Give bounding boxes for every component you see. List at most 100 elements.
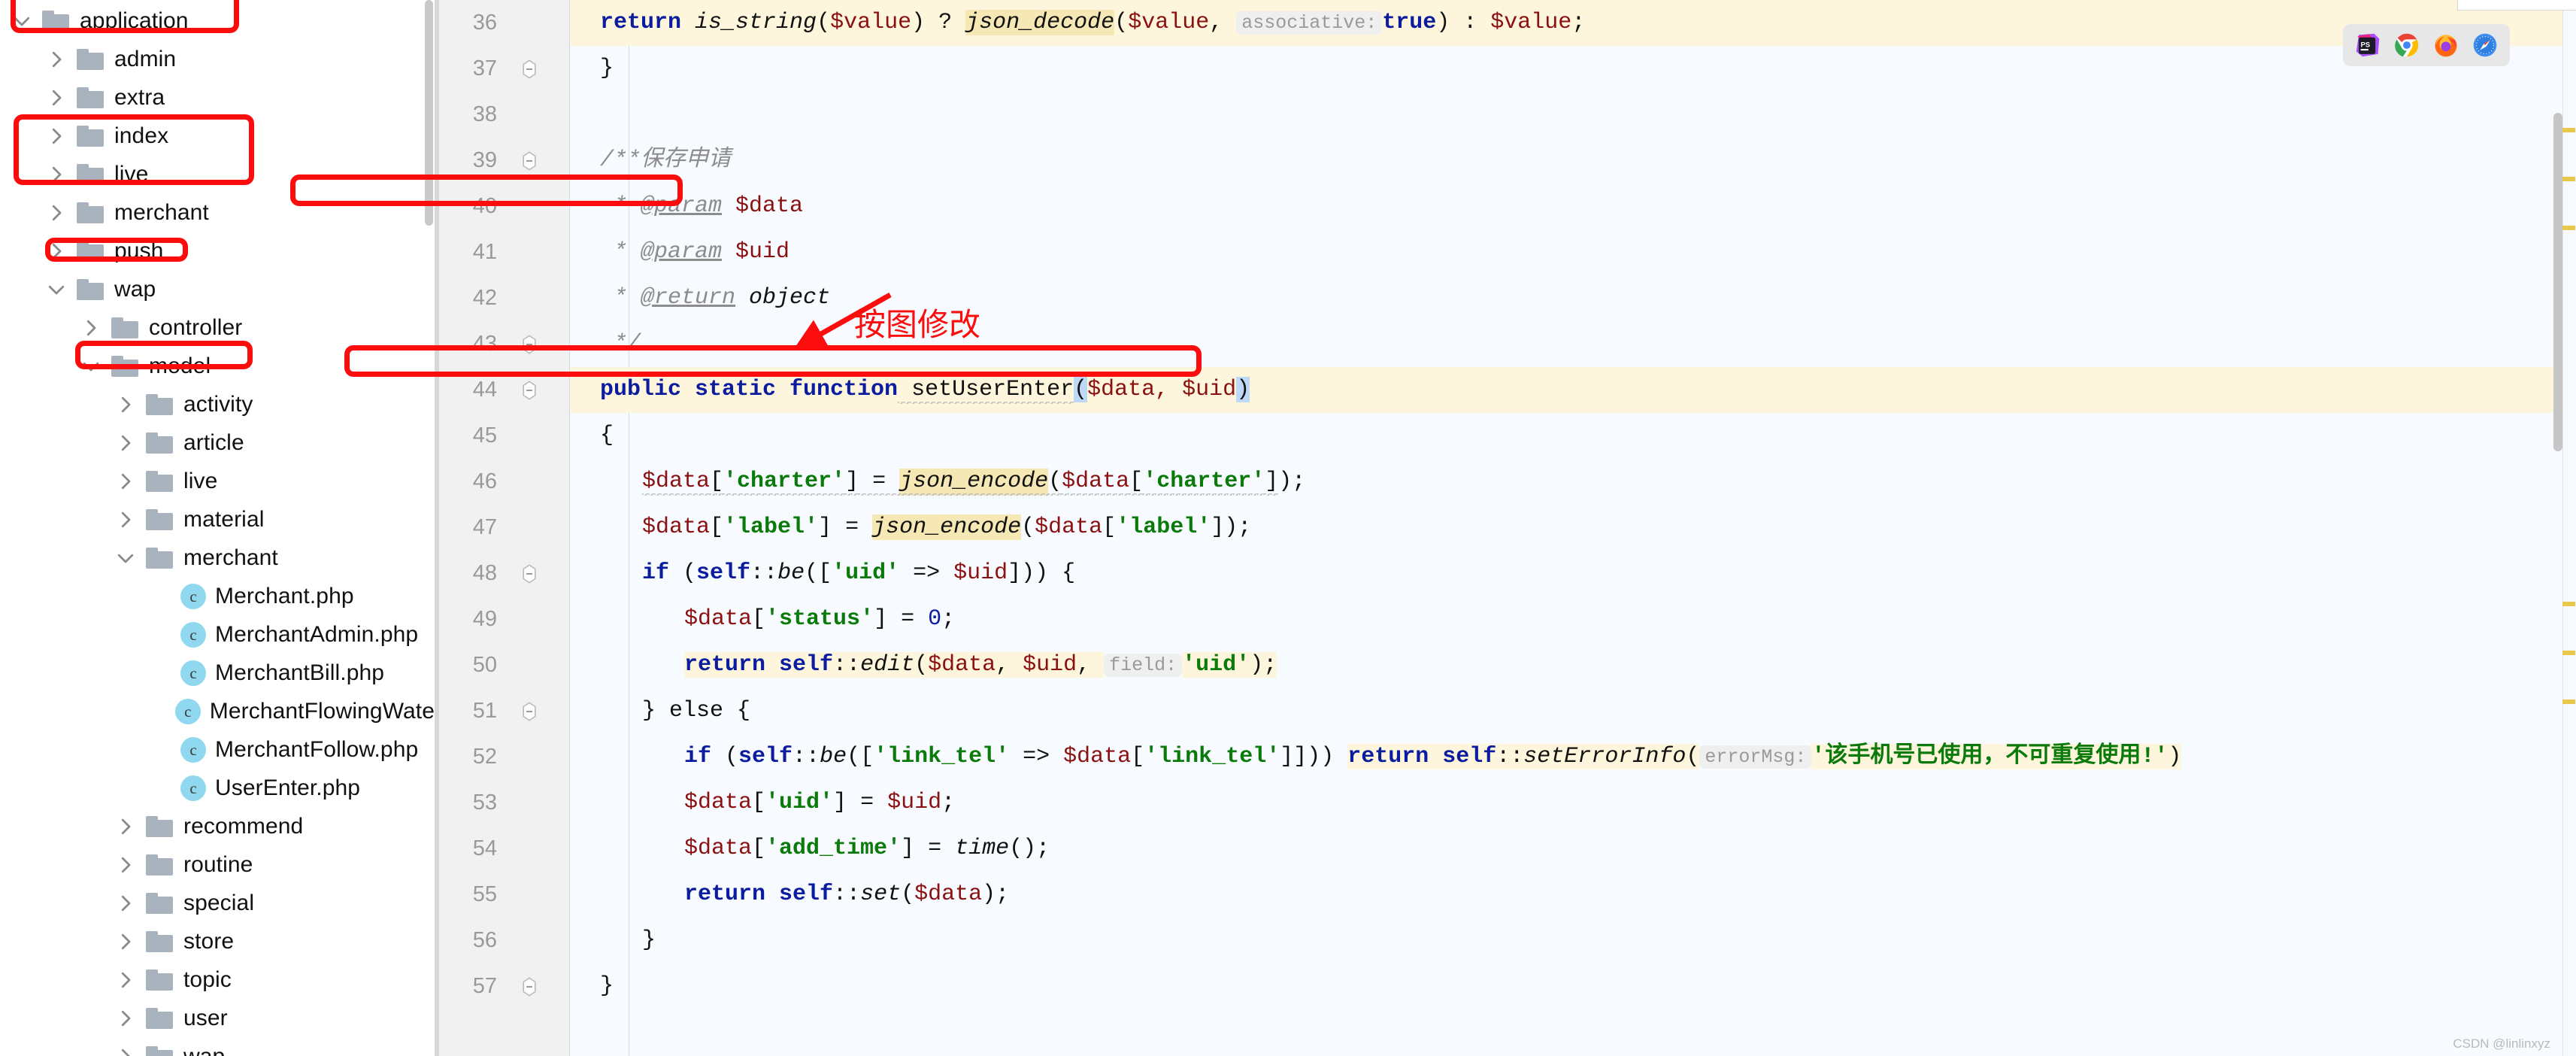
- tree-item-model[interactable]: model: [0, 347, 435, 385]
- gutter-line-53[interactable]: 53: [435, 780, 569, 826]
- tree-item-merchant-php[interactable]: c Merchant.php: [0, 577, 435, 615]
- firefox-icon[interactable]: [2433, 32, 2459, 58]
- tree-item-special[interactable]: special: [0, 884, 435, 922]
- code-content[interactable]: return is_string($value) ? json_decode($…: [570, 0, 2576, 1056]
- gutter-line-44[interactable]: 44: [435, 367, 569, 413]
- gutter-line-46[interactable]: 46: [435, 459, 569, 505]
- code-line-41[interactable]: * @param $uid: [570, 229, 2576, 275]
- code-line-48[interactable]: if (self::be(['uid' => $uid])) {: [570, 551, 2576, 596]
- code-line-55[interactable]: return self::set($data);: [570, 872, 2576, 918]
- chevron-right-icon[interactable]: [114, 969, 137, 991]
- tree-item-application[interactable]: application: [0, 2, 435, 40]
- stripe-warning-mark[interactable]: [2562, 226, 2575, 230]
- code-line-45[interactable]: {: [570, 413, 2576, 459]
- tree-item-wap[interactable]: wap: [0, 270, 435, 308]
- tree-item-merchantbill-php[interactable]: c MerchantBill.php: [0, 654, 435, 692]
- chevron-down-icon[interactable]: [114, 547, 137, 569]
- tree-item-merchantfollow-php[interactable]: c MerchantFollow.php: [0, 730, 435, 769]
- tree-item-merchantflowingwate[interactable]: c MerchantFlowingWate: [0, 692, 435, 730]
- tree-item-index[interactable]: index: [0, 117, 435, 155]
- code-line-38[interactable]: [570, 92, 2576, 138]
- gutter-line-38[interactable]: 38: [435, 92, 569, 138]
- code-line-43[interactable]: */: [570, 321, 2576, 367]
- chevron-right-icon[interactable]: [45, 163, 68, 186]
- gutter-line-37[interactable]: 37: [435, 46, 569, 92]
- tree-item-merchantadmin-php[interactable]: c MerchantAdmin.php: [0, 615, 435, 654]
- gutter-line-40[interactable]: 40: [435, 184, 569, 229]
- chevron-right-icon[interactable]: [114, 930, 137, 953]
- gutter-line-49[interactable]: 49: [435, 596, 569, 642]
- stripe-warning-mark[interactable]: [2562, 602, 2575, 606]
- tree-item-topic[interactable]: topic: [0, 960, 435, 999]
- gutter-line-39[interactable]: 39: [435, 138, 569, 184]
- gutter-line-47[interactable]: 47: [435, 505, 569, 551]
- tree-item-push[interactable]: push: [0, 232, 435, 270]
- code-line-36[interactable]: return is_string($value) ? json_decode($…: [570, 0, 2576, 46]
- safari-icon[interactable]: [2472, 32, 2498, 58]
- stripe-warning-mark[interactable]: [2562, 177, 2575, 181]
- chevron-right-icon[interactable]: [45, 240, 68, 262]
- editor-scrollbar[interactable]: [2553, 0, 2562, 1056]
- scrollbar-thumb[interactable]: [2553, 113, 2562, 451]
- gutter-line-48[interactable]: 48: [435, 551, 569, 596]
- gutter-line-52[interactable]: 52: [435, 734, 569, 780]
- editor-gutter[interactable]: 36 37 38 39 40 41 42 43 44 45 46 47 48 49 50 51 52 53 54 55…: [435, 0, 570, 1056]
- chevron-right-icon[interactable]: [80, 317, 102, 339]
- code-fold-icon[interactable]: [520, 701, 539, 721]
- gutter-line-50[interactable]: 50: [435, 642, 569, 688]
- chevron-right-icon[interactable]: [114, 1007, 137, 1030]
- code-line-56[interactable]: }: [570, 918, 2576, 963]
- chevron-right-icon[interactable]: [45, 86, 68, 109]
- gutter-line-54[interactable]: 54: [435, 826, 569, 872]
- code-fold-icon[interactable]: [520, 334, 539, 354]
- tree-item-article[interactable]: article: [0, 423, 435, 462]
- gutter-line-55[interactable]: 55: [435, 872, 569, 918]
- browser-preview-bar[interactable]: PS: [2343, 24, 2510, 66]
- chevron-right-icon[interactable]: [114, 508, 137, 531]
- code-line-57[interactable]: }: [570, 963, 2576, 1009]
- tree-item-store[interactable]: store: [0, 922, 435, 960]
- chevron-right-icon[interactable]: [114, 892, 137, 915]
- chevron-down-icon[interactable]: [11, 10, 33, 32]
- tree-item-extra[interactable]: extra: [0, 78, 435, 117]
- tree-item-routine[interactable]: routine: [0, 845, 435, 884]
- error-stripe[interactable]: [2562, 0, 2576, 1056]
- code-line-42[interactable]: * @return object: [570, 275, 2576, 321]
- tree-item-material[interactable]: material: [0, 500, 435, 539]
- code-fold-icon[interactable]: [520, 976, 539, 997]
- chevron-right-icon[interactable]: [114, 470, 137, 493]
- code-line-54[interactable]: $data['add_time'] = time();: [570, 826, 2576, 872]
- tree-item-wap[interactable]: wap: [0, 1037, 435, 1056]
- code-line-49[interactable]: $data['status'] = 0;: [570, 596, 2576, 642]
- gutter-line-45[interactable]: 45: [435, 413, 569, 459]
- chevron-right-icon[interactable]: [114, 815, 137, 838]
- tree-item-user[interactable]: user: [0, 999, 435, 1037]
- gutter-line-51[interactable]: 51: [435, 688, 569, 734]
- tree-item-recommend[interactable]: recommend: [0, 807, 435, 845]
- code-line-39[interactable]: /**保存申请: [570, 138, 2576, 184]
- code-line-52[interactable]: if (self::be(['link_tel' => $data['link_…: [570, 734, 2576, 780]
- chevron-right-icon[interactable]: [114, 432, 137, 454]
- code-line-46[interactable]: $data['charter'] = json_encode($data['ch…: [570, 459, 2576, 505]
- code-fold-icon[interactable]: [520, 59, 539, 79]
- code-editor[interactable]: 36 37 38 39 40 41 42 43 44 45 46 47 48 49 50 51 52 53 54 55…: [435, 0, 2576, 1056]
- gutter-line-43[interactable]: 43: [435, 321, 569, 367]
- gutter-line-36[interactable]: 36: [435, 0, 569, 46]
- tree-item-activity[interactable]: activity: [0, 385, 435, 423]
- gutter-line-42[interactable]: 42: [435, 275, 569, 321]
- chevron-right-icon[interactable]: [114, 854, 137, 876]
- code-line-44[interactable]: public static function setUserEnter($dat…: [570, 367, 2576, 413]
- gutter-line-56[interactable]: 56: [435, 918, 569, 963]
- phpstorm-icon[interactable]: PS: [2355, 32, 2381, 58]
- code-line-53[interactable]: $data['uid'] = $uid;: [570, 780, 2576, 826]
- tree-item-merchant[interactable]: merchant: [0, 539, 435, 577]
- code-line-50[interactable]: return self::edit($data, $uid, field:'ui…: [570, 642, 2576, 688]
- token-doctag[interactable]: @param: [641, 193, 722, 219]
- token-doctag[interactable]: @param: [641, 239, 722, 265]
- tree-item-admin[interactable]: admin: [0, 40, 435, 78]
- code-line-40[interactable]: * @param $data: [570, 184, 2576, 229]
- gutter-line-41[interactable]: 41: [435, 229, 569, 275]
- code-line-47[interactable]: $data['label'] = json_encode($data['labe…: [570, 505, 2576, 551]
- code-line-37[interactable]: }: [570, 46, 2576, 92]
- chevron-right-icon[interactable]: [45, 125, 68, 147]
